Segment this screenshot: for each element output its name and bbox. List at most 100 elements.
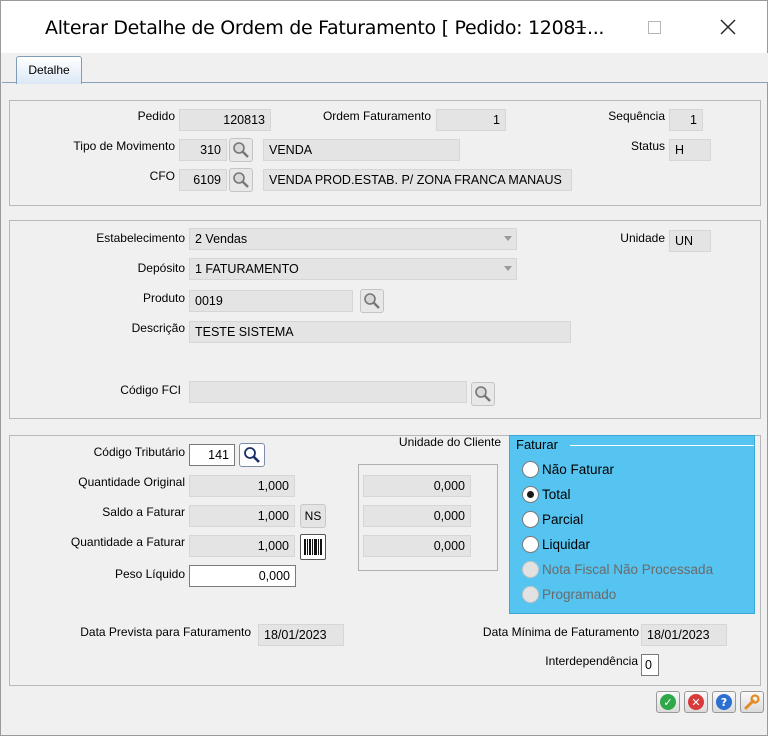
tipo-movimento-code-field[interactable]: 310 (179, 139, 227, 161)
cancel-button[interactable]: ✕ (684, 691, 708, 713)
magnifier-icon (364, 293, 380, 309)
codigo-tributario-search-button[interactable] (239, 443, 265, 467)
magnifier-icon (233, 172, 249, 188)
deposito-value: 1 FATURAMENTO (195, 262, 299, 276)
estabelecimento-select[interactable]: 2 Vendas (189, 228, 517, 250)
radio-button-selected[interactable] (522, 485, 539, 503)
radio-parcial[interactable]: Parcial (522, 509, 583, 529)
minimize-button[interactable] (557, 11, 603, 43)
radio-button[interactable] (522, 510, 539, 528)
dialog-window: Alterar Detalhe de Ordem de Faturamento … (0, 0, 768, 736)
tools-button[interactable] (740, 691, 764, 713)
quantidade-original-cliente-field[interactable]: 0,000 (363, 475, 471, 497)
help-icon: ? (716, 694, 732, 710)
saldo-faturar-cliente-field[interactable]: 0,000 (363, 505, 471, 527)
deposito-select[interactable]: 1 FATURAMENTO (189, 258, 517, 280)
interdependencia-field[interactable]: 0 (641, 654, 659, 676)
ok-button[interactable]: ✓ (656, 691, 680, 713)
maximize-icon (647, 20, 661, 34)
radio-label: Total (542, 486, 571, 502)
data-minima-field[interactable]: 18/01/2023 (641, 624, 727, 646)
window-title: Alterar Detalhe de Ordem de Faturamento … (45, 17, 605, 39)
descricao-label: Descrição (131, 321, 185, 335)
data-minima-label: Data Mínima de Faturamento (482, 625, 639, 639)
estabelecimento-label: Estabelecimento (96, 231, 185, 245)
radio-button[interactable] (522, 535, 539, 553)
radio-dot-icon (527, 490, 534, 498)
quantidade-original-label: Quantidade Original (78, 475, 185, 489)
radio-programado: Programado (522, 584, 616, 604)
title-bar: Alterar Detalhe de Ordem de Faturamento … (1, 1, 767, 53)
sequencia-field[interactable]: 1 (669, 109, 703, 131)
chevron-down-icon (504, 266, 512, 271)
quantidade-faturar-label: Quantidade a Faturar (70, 535, 185, 549)
saldo-faturar-field[interactable]: 1,000 (189, 505, 295, 527)
radio-nao-faturar[interactable]: Não Faturar (522, 459, 614, 479)
pedido-field[interactable]: 120813 (179, 109, 271, 131)
close-button[interactable] (705, 11, 751, 43)
codigo-fci-field[interactable] (189, 381, 467, 403)
quantidade-faturar-cliente-field[interactable]: 0,000 (363, 535, 471, 557)
tab-detalhe[interactable]: Detalhe (16, 56, 82, 84)
maximize-button[interactable] (631, 11, 677, 43)
unidade-label: Unidade (620, 231, 665, 245)
codigo-tributario-field[interactable]: 141 (189, 444, 235, 466)
radio-label: Parcial (542, 511, 584, 527)
interdependencia-label: Interdependência (545, 654, 638, 668)
codigo-tributario-label: Código Tributário (93, 445, 185, 459)
tipo-movimento-desc-field[interactable]: VENDA (263, 139, 460, 161)
wrench-icon (744, 694, 760, 710)
close-icon (720, 19, 736, 35)
quantidade-original-field[interactable]: 1,000 (189, 475, 295, 497)
radio-label: Liquidar (542, 536, 591, 552)
check-icon: ✓ (660, 694, 676, 710)
cfo-search-button[interactable] (229, 168, 253, 192)
chevron-down-icon (504, 236, 512, 241)
minimize-icon (574, 26, 586, 28)
ns-button[interactable]: NS (300, 504, 326, 528)
tab-strip: Detalhe (2, 53, 768, 84)
produto-search-button[interactable] (360, 289, 384, 313)
quantidade-faturar-field[interactable]: 1,000 (189, 535, 295, 557)
codigo-fci-label: Código FCI (120, 383, 181, 397)
magnifier-icon (233, 142, 249, 158)
saldo-faturar-label: Saldo a Faturar (102, 505, 185, 519)
tipo-movimento-search-button[interactable] (229, 138, 253, 162)
radio-button-disabled (522, 560, 539, 578)
peso-liquido-field[interactable]: 0,000 (189, 565, 296, 587)
cfo-code-field[interactable]: 6109 (179, 169, 227, 191)
barcode-icon (304, 539, 322, 555)
codigo-fci-search-button[interactable] (471, 382, 495, 406)
barcode-button[interactable] (300, 534, 326, 560)
radio-liquidar[interactable]: Liquidar (522, 534, 590, 554)
status-label: Status (630, 139, 665, 153)
produto-field[interactable]: 0019 (189, 290, 353, 312)
ordem-faturamento-field[interactable]: 1 (436, 109, 506, 131)
cancel-icon: ✕ (688, 694, 704, 710)
produto-label: Produto (142, 291, 185, 305)
radio-button[interactable] (522, 460, 539, 478)
faturar-title: Faturar (516, 437, 558, 452)
data-prevista-field[interactable]: 18/01/2023 (258, 624, 344, 646)
radio-label: Nota Fiscal Não Processada (542, 561, 714, 577)
descricao-field[interactable]: TESTE SISTEMA (189, 321, 571, 343)
radio-button-disabled (522, 585, 539, 603)
data-prevista-label: Data Prevista para Faturamento (80, 625, 251, 639)
tipo-movimento-label: Tipo de Movimento (73, 139, 175, 153)
peso-liquido-label: Peso Líquido (114, 567, 185, 581)
sequencia-label: Sequência (608, 109, 665, 123)
faturar-group: Faturar Não Faturar Total Parcial Liquid… (509, 435, 755, 614)
status-field[interactable]: H (669, 139, 711, 161)
deposito-label: Depósito (137, 261, 185, 275)
ordem-faturamento-label: Ordem Faturamento (322, 109, 431, 123)
cfo-label: CFO (149, 169, 175, 183)
cfo-desc-field[interactable]: VENDA PROD.ESTAB. P/ ZONA FRANCA MANAUS (263, 169, 572, 191)
help-button[interactable]: ? (712, 691, 736, 713)
radio-total[interactable]: Total (522, 484, 571, 504)
radio-label: Programado (542, 586, 617, 602)
unidade-field[interactable]: UN (669, 230, 711, 252)
radio-nota-fiscal-nao-processada: Nota Fiscal Não Processada (522, 559, 713, 579)
radio-label: Não Faturar (542, 461, 615, 477)
magnifier-icon (475, 386, 491, 402)
pedido-label: Pedido (137, 109, 175, 123)
